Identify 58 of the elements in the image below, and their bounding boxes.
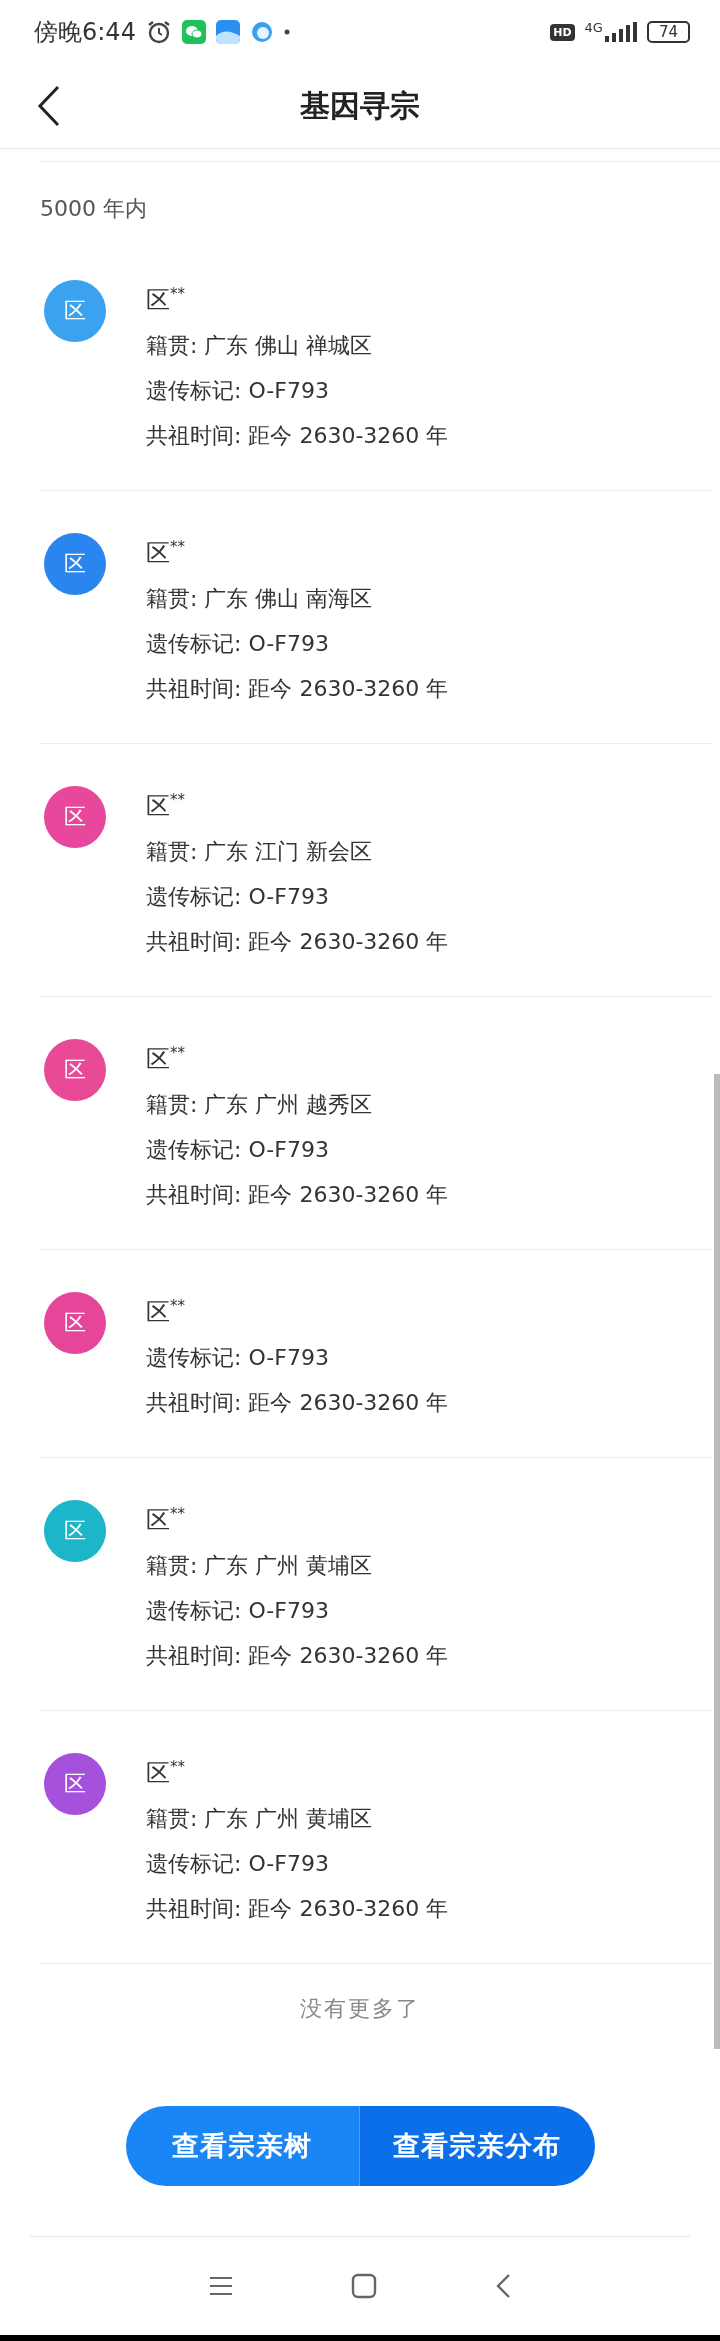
origin-text: 籍贯: 广东 佛山 南海区 — [146, 585, 374, 613]
home-icon[interactable] — [351, 2273, 377, 2299]
origin-text: 籍贯: 广东 广州 越秀区 — [146, 1091, 374, 1119]
avatar: 区 — [44, 786, 106, 848]
relative-item[interactable]: 区 区$^{**}$ 籍贯: 广东 广州 黄埔区 遗传标记: O-F793 共祖时间: 距今 2630-3260 年 — [40, 1711, 712, 1964]
ancestor-time-text: 共祖时间: 距今 2630-3260 年 — [146, 675, 449, 703]
marker-text: 遗传标记: O-F793 — [146, 377, 330, 405]
avatar: 区 — [44, 280, 106, 342]
ancestor-time-text: 共祖时间: 距今 2630-3260 年 — [146, 1389, 449, 1417]
marker-text: 遗传标记: O-F793 — [146, 883, 330, 911]
ancestor-time-text: 共祖时间: 距今 2630-3260 年 — [146, 1895, 449, 1923]
avatar: 区 — [44, 533, 106, 595]
ancestor-time-text: 共祖时间: 距今 2630-3260 年 — [146, 422, 449, 450]
marker-text: 遗传标记: O-F793 — [146, 1136, 330, 1164]
ancestor-time-text: 共祖时间: 距今 2630-3260 年 — [146, 1642, 449, 1670]
menu-icon[interactable] — [209, 2276, 233, 2296]
signal-icon — [604, 22, 637, 42]
marker-text: 遗传标记: O-F793 — [146, 630, 330, 658]
battery-indicator: 74 — [646, 21, 690, 43]
avatar: 区 — [44, 1753, 106, 1815]
origin-text: 籍贯: 广东 江门 新会区 — [146, 838, 374, 866]
relative-name: 区$^{**}$ — [146, 1757, 186, 1789]
relative-item[interactable]: 区 区$^{**}$ 遗传标记: O-F793 共祖时间: 距今 2630-3260 年 — [40, 1250, 712, 1458]
marker-text: 遗传标记: O-F793 — [146, 1850, 330, 1878]
section-title: 5000 年内 — [39, 195, 148, 223]
avatar: 区 — [44, 1039, 106, 1101]
marker-text: 遗传标记: O-F793 — [146, 1344, 330, 1372]
relative-item[interactable]: 区 区$^{**}$ 籍贯: 广东 广州 越秀区 遗传标记: O-F793 共祖时间: 距今 2630-3260 年 — [40, 997, 712, 1250]
relative-name: 区$^{**}$ — [146, 1504, 186, 1536]
dot-icon — [283, 29, 290, 35]
ancestor-time-text: 共祖时间: 距今 2630-3260 年 — [146, 928, 449, 956]
origin-text: 籍贯: 广东 广州 黄埔区 — [146, 1805, 374, 1833]
chat-app-icon — [181, 20, 206, 44]
status-time: 傍晚6:44 — [34, 17, 136, 48]
network-label: 4G — [584, 20, 603, 35]
relative-item[interactable]: 区 区$^{**}$ 籍贯: 广东 广州 黄埔区 遗传标记: O-F793 共祖时间: 距今 2630-3260 年 — [40, 1458, 712, 1711]
origin-text: 籍贯: 广东 佛山 禅城区 — [146, 332, 374, 360]
avatar: 区 — [44, 1500, 106, 1562]
relative-item[interactable]: 区 区$^{**}$ 籍贯: 广东 江门 新会区 遗传标记: O-F793 共祖时间: 距今 2630-3260 年 — [40, 744, 712, 997]
ancestor-time-text: 共祖时间: 距今 2630-3260 年 — [146, 1181, 449, 1209]
action-button[interactable]: 查看宗亲树 — [125, 2106, 360, 2186]
action-button[interactable]: 查看宗亲分布 — [359, 2106, 595, 2186]
gallery-app-icon — [215, 20, 240, 44]
avatar: 区 — [44, 1292, 106, 1354]
relative-item[interactable]: 区 区$^{**}$ 籍贯: 广东 佛山 南海区 遗传标记: O-F793 共祖时间: 距今 2630-3260 年 — [40, 491, 712, 744]
origin-text: 籍贯: 广东 广州 黄埔区 — [146, 1552, 374, 1580]
end-note: 没有更多了 — [299, 1995, 421, 2023]
relative-name: 区$^{**}$ — [146, 790, 186, 822]
back-icon[interactable] — [37, 85, 61, 127]
relative-name: 区$^{**}$ — [146, 1043, 186, 1075]
hd-badge: HD — [550, 23, 575, 41]
marker-text: 遗传标记: O-F793 — [146, 1597, 330, 1625]
relative-item[interactable]: 区 区$^{**}$ 籍贯: 广东 佛山 禅城区 遗传标记: O-F793 共祖时间: 距今 2630-3260 年 — [40, 238, 712, 491]
relative-name: 区$^{**}$ — [146, 1296, 186, 1328]
relative-name: 区$^{**}$ — [146, 537, 186, 569]
browser-app-icon — [249, 20, 274, 44]
relative-name: 区$^{**}$ — [146, 284, 186, 316]
page-title: 基因寻宗 — [300, 86, 420, 125]
